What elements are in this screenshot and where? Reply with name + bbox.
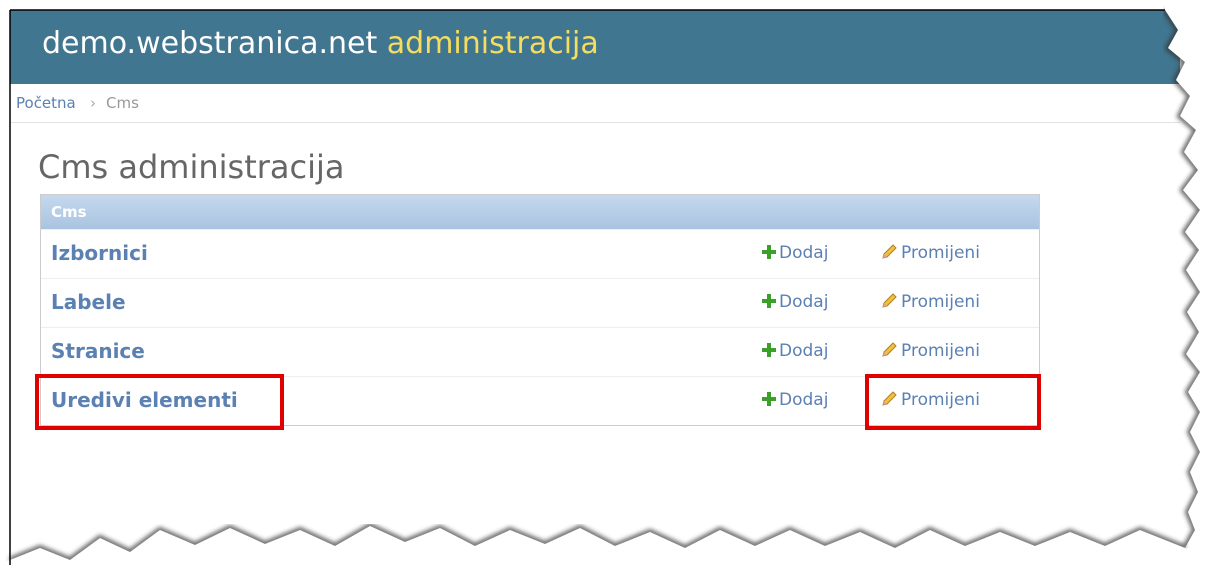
add-label: Dodaj [779,292,829,312]
change-label: Promijeni [901,341,980,361]
plus-icon [762,245,776,259]
table-row: Uredivi elementi Dodaj Promijeni [41,376,1039,425]
change-label: Promijeni [901,292,980,312]
pencil-icon [882,342,897,357]
table-row: Izbornici Dodaj Promijeni [41,229,1039,278]
pencil-icon [882,293,897,308]
breadcrumb-separator: › [90,94,96,112]
change-link[interactable]: Promijeni [881,292,980,312]
add-label: Dodaj [779,390,829,410]
breadcrumb: Početna › Cms [10,84,1180,123]
change-label: Promijeni [901,390,980,410]
plus-icon [762,392,776,406]
breadcrumb-current: Cms [106,94,139,112]
site-title[interactable]: demo.webstranica.net administracija [42,26,599,61]
change-link[interactable]: Promijeni [881,243,980,263]
add-link[interactable]: Dodaj [761,292,828,312]
model-link-stranice[interactable]: Stranice [51,339,145,363]
table-row: Stranice Dodaj Promijeni [41,327,1039,376]
change-link[interactable]: Promijeni [881,390,980,410]
breadcrumb-home-link[interactable]: Početna [16,94,76,112]
add-link[interactable]: Dodaj [761,390,828,410]
model-link-uredivi-elementi[interactable]: Uredivi elementi [51,388,238,412]
add-label: Dodaj [779,243,829,263]
plus-icon [762,343,776,357]
module-caption[interactable]: Cms [41,195,1039,229]
add-link[interactable]: Dodaj [761,243,828,263]
admin-window: demo.webstranica.net administracija Poče… [0,0,1222,579]
table-row: Labele Dodaj Promijeni [41,278,1039,327]
add-link[interactable]: Dodaj [761,341,828,361]
change-label: Promijeni [901,243,980,263]
app-module: Cms Izbornici Dodaj Promijeni Labele Dod… [40,194,1040,426]
add-label: Dodaj [779,341,829,361]
model-link-izbornici[interactable]: Izbornici [51,241,148,265]
site-header: demo.webstranica.net administracija [10,10,1180,84]
change-link[interactable]: Promijeni [881,341,980,361]
plus-icon [762,294,776,308]
pencil-icon [882,391,897,406]
pencil-icon [882,244,897,259]
model-link-labele[interactable]: Labele [51,290,126,314]
page-title: Cms administracija [38,148,345,186]
site-suffix: administracija [386,26,599,61]
site-name: demo.webstranica.net [42,26,378,61]
